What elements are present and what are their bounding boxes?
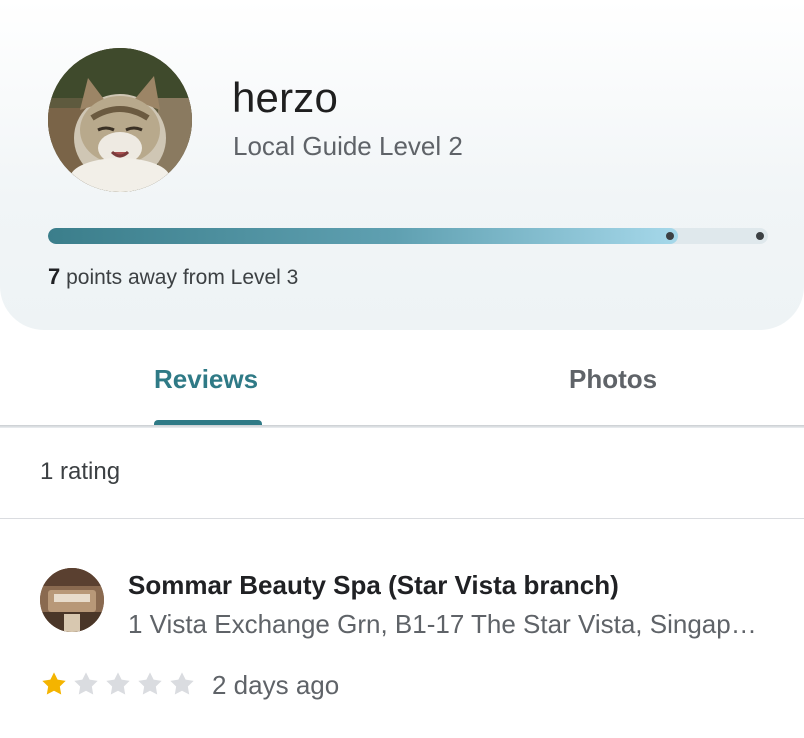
star-filled-icon [40,670,68,698]
tab-photos[interactable]: Photos [569,364,657,395]
profile-tabs: Reviews Photos [0,330,804,426]
profile-name: herzo [232,74,339,121]
level-progress-bar [48,228,768,244]
cat-photo-icon [48,48,192,192]
star-empty-icon [104,670,132,698]
avatar[interactable] [48,48,192,192]
star-empty-icon [168,670,196,698]
tabs-divider [0,425,804,428]
section-divider [0,518,804,519]
points-away-number: 7 [48,264,61,289]
progress-current-marker [666,232,674,240]
points-away-label: points away from Level 3 [60,266,299,289]
place-thumbnail[interactable] [40,568,104,632]
star-empty-icon [72,670,100,698]
review-date: 2 days ago [212,670,340,700]
tab-reviews[interactable]: Reviews [154,364,258,395]
points-away-text: 7 points away from Level 3 [48,264,298,290]
level-progress-fill [48,228,678,244]
place-address: 1 Vista Exchange Grn, B1-17 The Star Vis… [128,609,768,639]
rating-count: 1 rating [40,458,121,485]
star-empty-icon [136,670,164,698]
place-name[interactable]: Sommar Beauty Spa (Star Vista branch) [128,570,619,601]
spa-storefront-photo-icon [40,568,104,632]
local-guide-level[interactable]: Local Guide Level 2 [233,131,463,162]
progress-next-level-marker [756,232,764,240]
